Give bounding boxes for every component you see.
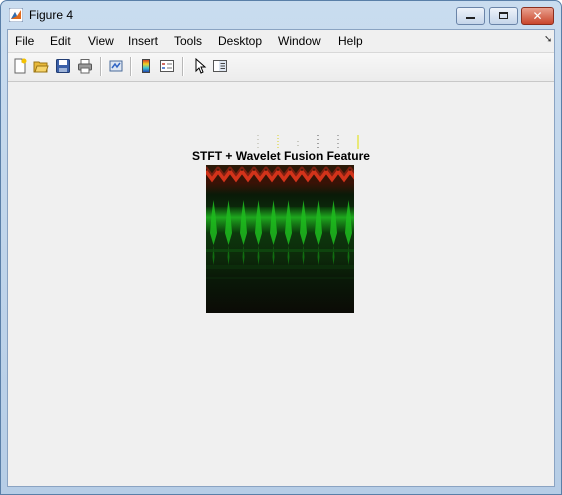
menu-view[interactable]: View <box>88 34 114 48</box>
close-icon: ✕ <box>532 9 543 23</box>
fusion-feature-image[interactable] <box>206 165 354 313</box>
colorbar-tick-marks <box>257 135 359 149</box>
close-button[interactable]: ✕ <box>521 7 554 25</box>
new-figure-icon[interactable] <box>12 58 28 74</box>
matlab-app-icon <box>9 8 23 22</box>
menu-help[interactable]: Help <box>338 34 363 48</box>
toolbar-separator <box>130 57 132 76</box>
minimize-button[interactable] <box>456 7 485 25</box>
menu-window[interactable]: Window <box>278 34 321 48</box>
figure-client-area: File Edit View Insert Tools Desktop Wind… <box>7 29 555 487</box>
insert-legend-icon[interactable] <box>159 58 175 74</box>
menu-desktop[interactable]: Desktop <box>218 34 262 48</box>
menu-edit[interactable]: Edit <box>50 34 71 48</box>
menu-file[interactable]: File <box>15 34 34 48</box>
select-arrow-icon[interactable] <box>192 58 208 74</box>
link-plot-icon[interactable] <box>108 58 124 74</box>
toolbar-separator <box>182 57 184 76</box>
dock-figure-icon[interactable]: ➘ <box>544 34 552 45</box>
show-plot-tools-icon[interactable] <box>212 58 228 74</box>
menu-insert[interactable]: Insert <box>128 34 158 48</box>
figure-toolbar <box>8 53 554 82</box>
insert-colorbar-icon[interactable] <box>138 58 154 74</box>
window-title: Figure 4 <box>29 8 74 22</box>
save-icon[interactable] <box>55 58 71 74</box>
title-bar[interactable]: Figure 4 ✕ <box>1 1 561 29</box>
open-file-icon[interactable] <box>33 58 49 74</box>
menu-bar: File Edit View Insert Tools Desktop Wind… <box>8 30 554 53</box>
menu-tools[interactable]: Tools <box>174 34 202 48</box>
maximize-button[interactable] <box>489 7 518 25</box>
plot-area: STFT + Wavelet Fusion Feature <box>8 83 554 486</box>
maximize-icon <box>499 12 508 19</box>
toolbar-separator <box>100 57 102 76</box>
print-icon[interactable] <box>77 58 93 74</box>
figure-title: STFT + Wavelet Fusion Feature <box>192 149 370 163</box>
figure-window: Figure 4 ✕ File Edit View Insert Tools D… <box>0 0 562 495</box>
minimize-icon <box>466 17 475 19</box>
